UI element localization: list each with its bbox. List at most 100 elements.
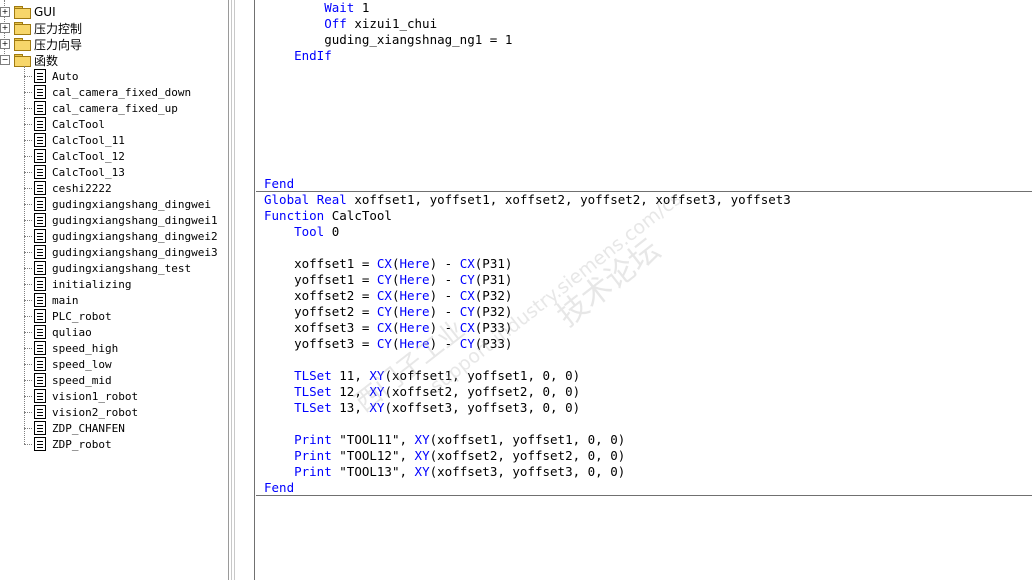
code-line[interactable]: Function CalcTool (264, 208, 392, 224)
code-line[interactable]: yoffset1 = CY(Here) - CY(P31) (264, 272, 512, 288)
code-line[interactable]: xoffset2 = CX(Here) - CX(P32) (264, 288, 512, 304)
code-keyword: Fend (264, 176, 295, 191)
tree-folder[interactable]: 压力向导 (14, 36, 82, 52)
code-text: yoffset3 = (264, 336, 377, 351)
code-line[interactable]: Print "TOOL13", XY(xoffset3, yoffset3, 0… (264, 464, 625, 480)
tree-item-function[interactable]: cal_camera_fixed_up (34, 100, 178, 116)
tree-item-label: speed_low (52, 357, 112, 371)
tree-folder[interactable]: GUI (14, 4, 56, 20)
procedure-separator (256, 495, 1032, 496)
tree-item-function[interactable]: gudingxiangshang_test (34, 260, 191, 276)
function-file-icon (34, 245, 46, 259)
function-file-icon (34, 149, 46, 163)
tree-item-function[interactable]: Auto (34, 68, 79, 84)
function-file-icon (34, 309, 46, 323)
code-keyword: CY (376, 272, 392, 287)
tree-item-function[interactable]: ZDP_CHANFEN (34, 420, 125, 436)
code-text: yoffset1 = (264, 272, 377, 287)
code-text: (P33) (474, 336, 513, 351)
code-line[interactable]: TLSet 13, XY(xoffset3, yoffset3, 0, 0) (264, 400, 580, 416)
tree-item-label: ZDP_CHANFEN (52, 421, 125, 435)
folder-icon (14, 38, 31, 51)
code-text: (xoffset2, yoffset2, 0, 0) (384, 384, 581, 399)
code-text: ) - (429, 336, 460, 351)
code-line[interactable]: yoffset2 = CY(Here) - CY(P32) (264, 304, 512, 320)
tree-item-label: gudingxiangshang_test (52, 261, 192, 275)
code-text: guding_xiangshnag_ng1 = 1 (264, 32, 513, 47)
expand-toggle-icon[interactable]: + (0, 39, 10, 49)
function-file-icon (34, 325, 46, 339)
code-line[interactable]: Wait 1 (264, 0, 369, 16)
tree-connector (24, 428, 32, 429)
code-text: 11, (331, 368, 370, 383)
code-keyword: EndIf (294, 48, 332, 63)
expand-toggle-icon[interactable]: + (0, 23, 10, 33)
tree-folder[interactable]: 压力控制 (14, 20, 82, 36)
tree-item-function[interactable]: vision2_robot (34, 404, 138, 420)
code-text: xoffset1 = (264, 256, 377, 271)
code-line[interactable]: Print "TOOL11", XY(xoffset1, yoffset1, 0… (264, 432, 625, 448)
code-text: 0 (324, 224, 340, 239)
code-line[interactable]: TLSet 12, XY(xoffset2, yoffset2, 0, 0) (264, 384, 580, 400)
code-line[interactable]: Fend (264, 176, 294, 192)
code-keyword: Here (399, 256, 430, 271)
code-editor[interactable]: Wait 1 Off xizui1_chui guding_xiangshnag… (256, 0, 1032, 580)
tree-item-label: vision2_robot (52, 405, 139, 419)
code-line[interactable]: EndIf (264, 48, 332, 64)
tree-folder[interactable]: 函数 (14, 52, 58, 68)
tree-item-label: gudingxiangshang_dingwei2 (52, 229, 218, 243)
tree-item-function[interactable]: CalcTool_11 (34, 132, 125, 148)
tree-item-function[interactable]: ZDP_robot (34, 436, 112, 452)
tree-connector (24, 188, 32, 189)
code-line[interactable]: Fend (264, 480, 294, 496)
tree-connector (24, 124, 32, 125)
tree-item-label: speed_high (52, 341, 119, 355)
code-line[interactable]: yoffset3 = CY(Here) - CY(P33) (264, 336, 512, 352)
collapse-toggle-icon[interactable]: − (0, 55, 10, 65)
tree-item-function[interactable]: initializing (34, 276, 131, 292)
code-line[interactable]: Global Real xoffset1, yoffset1, xoffset2… (264, 192, 791, 208)
tree-item-label: vision1_robot (52, 389, 139, 403)
tree-item-function[interactable]: quliao (34, 324, 92, 340)
tree-item-function[interactable]: main (34, 292, 79, 308)
tree-item-function[interactable]: speed_high (34, 340, 118, 356)
code-text: (P32) (474, 304, 513, 319)
code-line[interactable]: Tool 0 (264, 224, 339, 240)
tree-item-function[interactable]: CalcTool_13 (34, 164, 125, 180)
tree-item-function[interactable]: gudingxiangshang_dingwei2 (34, 228, 218, 244)
tree-item-function[interactable]: cal_camera_fixed_down (34, 84, 191, 100)
code-line[interactable]: guding_xiangshnag_ng1 = 1 (264, 32, 512, 48)
code-keyword: TLSet (294, 368, 332, 383)
tree-item-function[interactable]: gudingxiangshang_dingwei3 (34, 244, 218, 260)
tree-item-function[interactable]: ceshi2222 (34, 180, 112, 196)
function-file-icon (34, 405, 46, 419)
code-keyword: Here (399, 272, 430, 287)
tree-item-function[interactable]: speed_low (34, 356, 112, 372)
tree-connector (24, 156, 32, 157)
function-file-icon (34, 101, 46, 115)
tree-item-function[interactable]: vision1_robot (34, 388, 138, 404)
function-file-icon (34, 117, 46, 131)
code-keyword: CY (459, 304, 475, 319)
tree-item-function[interactable]: CalcTool_12 (34, 148, 125, 164)
code-text: yoffset2 = (264, 304, 377, 319)
tree-item-function[interactable]: speed_mid (34, 372, 112, 388)
code-keyword: CX (376, 320, 392, 335)
pane-splitter[interactable] (228, 0, 255, 580)
code-line[interactable]: Print "TOOL12", XY(xoffset2, yoffset2, 0… (264, 448, 625, 464)
code-line[interactable]: xoffset1 = CX(Here) - CX(P31) (264, 256, 512, 272)
code-line[interactable]: xoffset3 = CX(Here) - CX(P33) (264, 320, 512, 336)
tree-item-function[interactable]: PLC_robot (34, 308, 112, 324)
tree-item-function[interactable]: gudingxiangshang_dingwei1 (34, 212, 218, 228)
code-keyword: Here (399, 304, 430, 319)
code-text: (P32) (474, 288, 513, 303)
code-line[interactable]: TLSet 11, XY(xoffset1, yoffset1, 0, 0) (264, 368, 580, 384)
code-line[interactable]: Off xizui1_chui (264, 16, 437, 32)
code-text: (xoffset3, yoffset3, 0, 0) (384, 400, 581, 415)
function-file-icon (34, 181, 46, 195)
expand-toggle-icon[interactable]: + (0, 7, 10, 17)
tree-item-function[interactable]: gudingxiangshang_dingwei (34, 196, 211, 212)
tree-item-function[interactable]: CalcTool (34, 116, 105, 132)
